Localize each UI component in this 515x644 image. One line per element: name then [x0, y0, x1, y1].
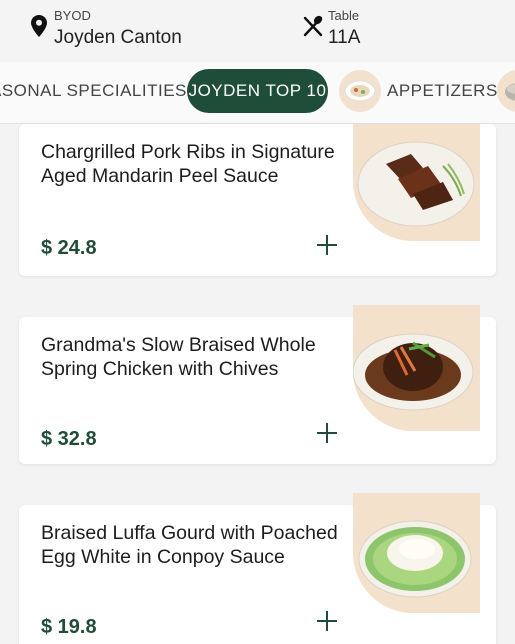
dish-image [353, 493, 480, 613]
dish-card[interactable]: Chargrilled Pork Ribs in Signature Aged … [19, 124, 496, 276]
dish-image [353, 305, 480, 431]
location-pin-icon [28, 8, 50, 44]
add-to-cart-button[interactable] [315, 609, 339, 633]
store-info[interactable]: BYOD Joyden Canton [28, 8, 182, 50]
utensils-icon [302, 8, 324, 44]
dish-price: $ 32.8 [41, 428, 97, 450]
tab-label: APPETIZERS [387, 81, 498, 100]
category-tabs: ASONAL SPECIALITIES JOYDEN TOP 10 APPETI… [0, 62, 515, 124]
dish-price: $ 19.8 [41, 616, 97, 638]
table-label: Table [328, 8, 360, 23]
appetizers-thumbnail [339, 70, 381, 112]
table-number: 11A [328, 27, 361, 48]
store-label: BYOD [54, 8, 91, 23]
dish-name: Braised Luffa Gourd with Poached Egg Whi… [41, 522, 338, 568]
table-info: Table 11A [302, 8, 360, 50]
tab-next-category[interactable] [497, 69, 515, 113]
add-to-cart-button[interactable] [315, 233, 339, 257]
tab-label: JOYDEN TOP 10 [188, 81, 327, 100]
header-bar: BYOD Joyden Canton Table 11A [0, 0, 515, 62]
tab-label: ASONAL SPECIALITIES [0, 81, 187, 100]
add-to-cart-button[interactable] [315, 421, 339, 445]
tab-seasonal-specialities[interactable]: ASONAL SPECIALITIES [0, 69, 187, 113]
dish-name: Chargrilled Pork Ribs in Signature Aged … [41, 141, 335, 187]
dish-image [353, 124, 480, 241]
dish-price: $ 24.8 [41, 237, 97, 259]
dish-card[interactable]: Grandma's Slow Braised Whole Spring Chic… [19, 305, 496, 464]
dish-name: Grandma's Slow Braised Whole Spring Chic… [41, 334, 316, 380]
tab-appetizers[interactable]: APPETIZERS [339, 69, 498, 113]
tab-joyden-top-10[interactable]: JOYDEN TOP 10 [187, 69, 328, 113]
store-name: Joyden Canton [54, 27, 182, 48]
next-category-thumbnail [497, 70, 515, 112]
dish-card[interactable]: Braised Luffa Gourd with Poached Egg Whi… [19, 493, 496, 644]
